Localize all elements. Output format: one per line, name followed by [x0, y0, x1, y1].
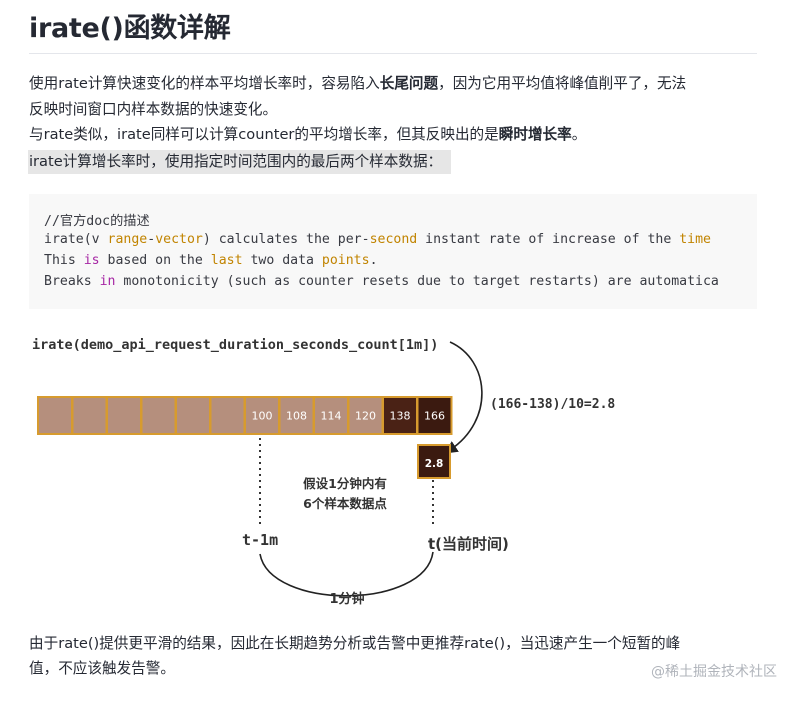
title-divider [29, 53, 757, 54]
page-title: irate()函数详解 [29, 13, 231, 44]
outro-paragraph-line1: 由于rate()提供更平滑的结果，因此在长期趋势分析或告警中更推荐rate()，… [29, 635, 681, 652]
curved-arrow [444, 341, 483, 454]
query-label: irate(demo_api_request_duration_seconds_… [32, 337, 438, 353]
sample-cell [209, 396, 246, 435]
irate-diagram: irate(demo_api_request_duration_seconds_… [32, 337, 615, 607]
formula-label: (166-138)/10=2.8 [490, 397, 615, 412]
t-start-label: t-1m [242, 531, 278, 549]
span-label: 1分钟 [329, 591, 364, 607]
span-arc [259, 551, 434, 597]
outro-paragraph-line2: 值，不应该触发告警。 [29, 660, 175, 677]
t-now-label: t(当前时间) [428, 535, 509, 553]
sample-value: 120 [355, 410, 376, 423]
sample-value: 100 [252, 410, 273, 423]
result-value: 2.8 [425, 458, 444, 470]
sample-value: 108 [286, 410, 307, 423]
code-block[interactable]: //官方doc的描述 irate(v range-vector) calcula… [29, 194, 757, 309]
long-tail-emphasis: 长尾问题 [379, 75, 439, 92]
intro-paragraph-line2: 反映时间窗口内样本数据的快速变化。 [29, 101, 278, 118]
sample-value: 166 [424, 410, 445, 423]
sample-cell [140, 396, 177, 435]
sample-value: 114 [321, 410, 342, 423]
sample-cell [37, 396, 73, 435]
sample-cell [71, 396, 108, 435]
sample-value: 138 [390, 410, 411, 423]
note-line2: 6个样本数据点 [303, 496, 387, 511]
highlighted-sentence: irate计算增长率时，使用指定时间范围内的最后两个样本数据： [28, 150, 452, 174]
code-line-3: This is based on the last two data point… [44, 253, 378, 268]
instant-rate-emphasis: 瞬时增长率 [498, 126, 572, 143]
watermark: @稀土掘金技术社区 [651, 664, 777, 680]
code-comment: //官方doc的描述 [44, 214, 150, 229]
sample-cells: 100 108 114 120 138 166 [37, 396, 453, 435]
intro-paragraph-line1: 使用rate计算快速变化的样本平均增长率时，容易陷入长尾问题，因为它用平均值将峰… [29, 75, 687, 92]
intro-paragraph-line3: 与rate类似，irate同样可以计算counter的平均增长率，但其反映出的是… [29, 126, 587, 143]
code-line-4: Breaks in monotonicity (such as counter … [44, 274, 719, 289]
sample-cell [106, 396, 142, 435]
note-line1: 假设1分钟内有 [303, 476, 387, 491]
code-line-2: irate(v range-vector) calculates the per… [44, 232, 711, 247]
sample-cell [175, 396, 211, 435]
